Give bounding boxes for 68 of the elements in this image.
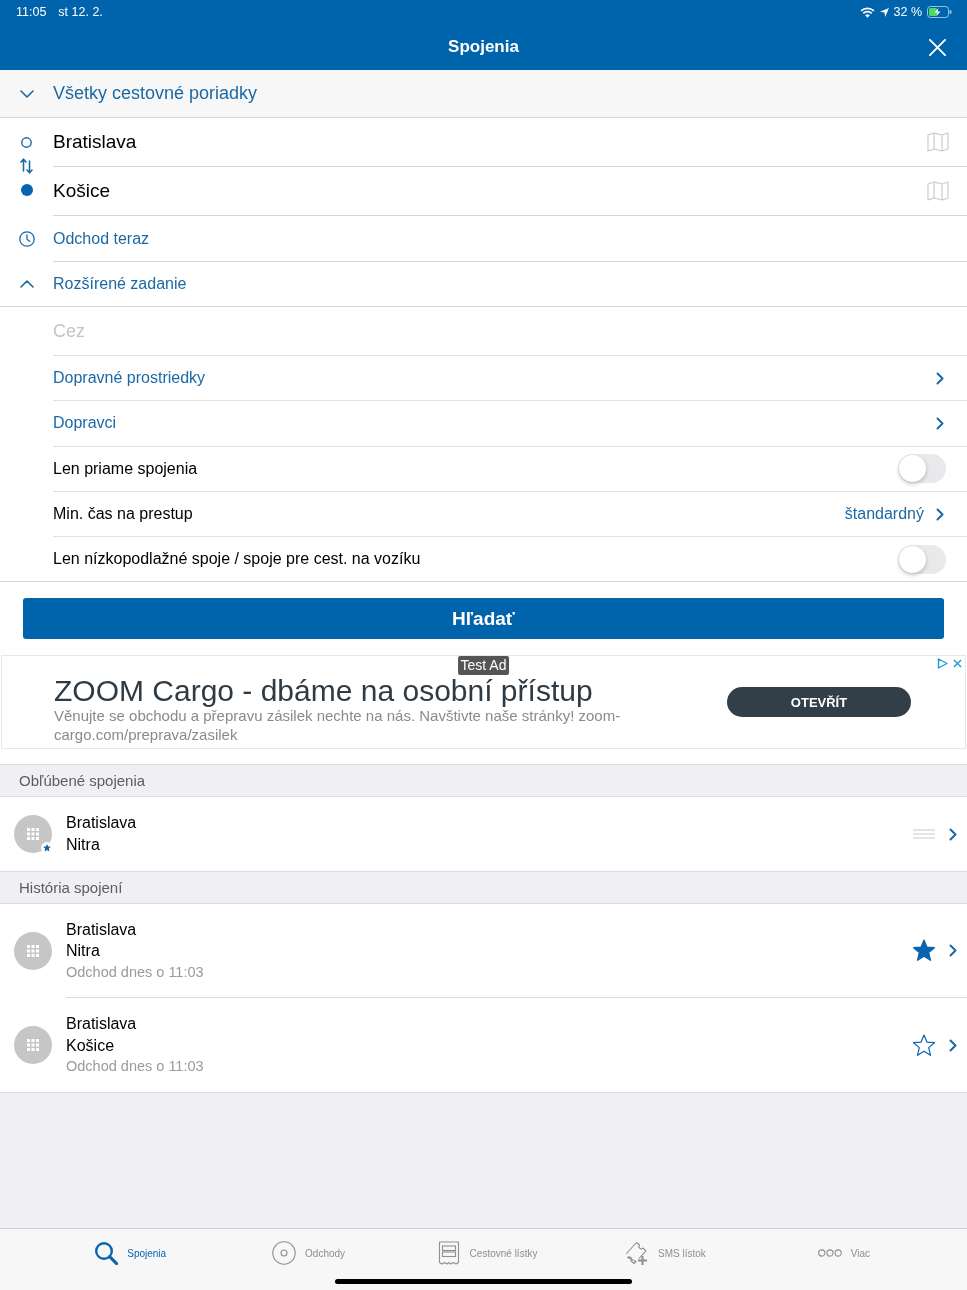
tab[interactable]: Cestovné lístky: [397, 1235, 577, 1271]
status-date: st 12. 2.: [58, 4, 103, 20]
section-header: Obľúbené spojenia: [0, 764, 967, 798]
ticket-plus-icon: [625, 1241, 649, 1265]
option-label: Len nízkopodlažné spoje / spoje pre cest. na vozíku: [53, 550, 421, 569]
departure-time: Odchod dnes o 11:03: [66, 1057, 204, 1077]
ad-open-button[interactable]: OTEVŘÍT: [727, 687, 911, 718]
to-station: Košice: [66, 1035, 115, 1056]
tab[interactable]: Odchody: [219, 1235, 398, 1271]
ad-text: Věnujte se obchodu a přepravu zásilek nechte na nás. Navštivte naše stránky! zoom-cargo.com/preprava/zasilek: [54, 707, 622, 745]
clock-icon: [18, 231, 35, 247]
star-badge-icon: [41, 842, 53, 855]
option-link[interactable]: Dopravci: [53, 414, 117, 433]
option-label: Min. čas na prestup: [53, 505, 193, 524]
more-icon: [817, 1249, 842, 1257]
close-icon[interactable]: [929, 38, 946, 56]
search-button[interactable]: Hľadať: [23, 598, 944, 640]
to-field[interactable]: Košice: [53, 167, 927, 215]
option-label: Len priame spojenia: [53, 459, 198, 478]
map-icon[interactable]: [927, 181, 949, 201]
search-icon: [94, 1241, 119, 1265]
drag-handle-icon[interactable]: [913, 829, 935, 840]
receipt-icon: [436, 1241, 461, 1265]
toggle-switch[interactable]: [898, 454, 946, 484]
section-header: História spojení: [0, 871, 967, 905]
swap-icon[interactable]: [20, 158, 33, 174]
grid-avatar-icon: [14, 1026, 52, 1065]
advanced-search-toggle[interactable]: Rozšírené zadanie: [0, 262, 967, 307]
via-field[interactable]: Cez: [53, 307, 946, 355]
option-value[interactable]: štandardný: [844, 505, 924, 524]
from-field[interactable]: Bratislava: [53, 118, 927, 166]
star-icon[interactable]: [912, 1034, 936, 1057]
ad-title: ZOOM Cargo - dbáme na osobní přístup: [54, 675, 594, 707]
circle-dot-icon: [272, 1241, 297, 1265]
departure-time-link[interactable]: Odchod teraz: [0, 216, 967, 262]
toggle-switch[interactable]: [898, 544, 946, 574]
destination-dot-icon: [20, 184, 33, 196]
option-link[interactable]: Dopravné prostriedky: [53, 369, 206, 388]
chevron-right-icon: [936, 371, 944, 385]
status-time: 11:05: [16, 4, 47, 20]
chevron-right-icon: [936, 507, 944, 521]
from-station: Bratislava: [66, 1014, 137, 1035]
chevron-right-icon: [949, 944, 957, 958]
ad-choices-icon[interactable]: [937, 658, 948, 670]
tab[interactable]: Spojenia: [41, 1235, 220, 1271]
nav-title: Spojenia: [448, 37, 519, 57]
timetable-selector[interactable]: Všetky cestovné poriadky: [0, 70, 967, 118]
wifi-icon: [859, 6, 875, 18]
tab[interactable]: SMS lístok: [576, 1235, 755, 1271]
grid-avatar-icon: [14, 815, 52, 854]
to-station: Nitra: [66, 835, 100, 856]
departure-time: Odchod dnes o 11:03: [66, 962, 204, 982]
star-icon[interactable]: [912, 939, 936, 963]
tab[interactable]: Viac: [754, 1235, 934, 1271]
battery-icon: [927, 6, 952, 18]
ad-label: Test Ad: [457, 656, 510, 676]
battery-percent: 32 %: [893, 4, 922, 20]
location-arrow-icon: [879, 7, 889, 17]
map-icon[interactable]: [927, 132, 949, 152]
from-station: Bratislava: [66, 813, 137, 834]
chevron-right-icon: [949, 1039, 957, 1052]
grid-avatar-icon: [14, 932, 52, 971]
chevron-right-icon: [936, 416, 944, 430]
chevron-right-icon: [949, 828, 957, 841]
from-station: Bratislava: [66, 919, 137, 940]
ad-close-icon[interactable]: [953, 659, 962, 669]
origin-ring-icon: [21, 137, 32, 148]
to-station: Nitra: [66, 941, 100, 962]
